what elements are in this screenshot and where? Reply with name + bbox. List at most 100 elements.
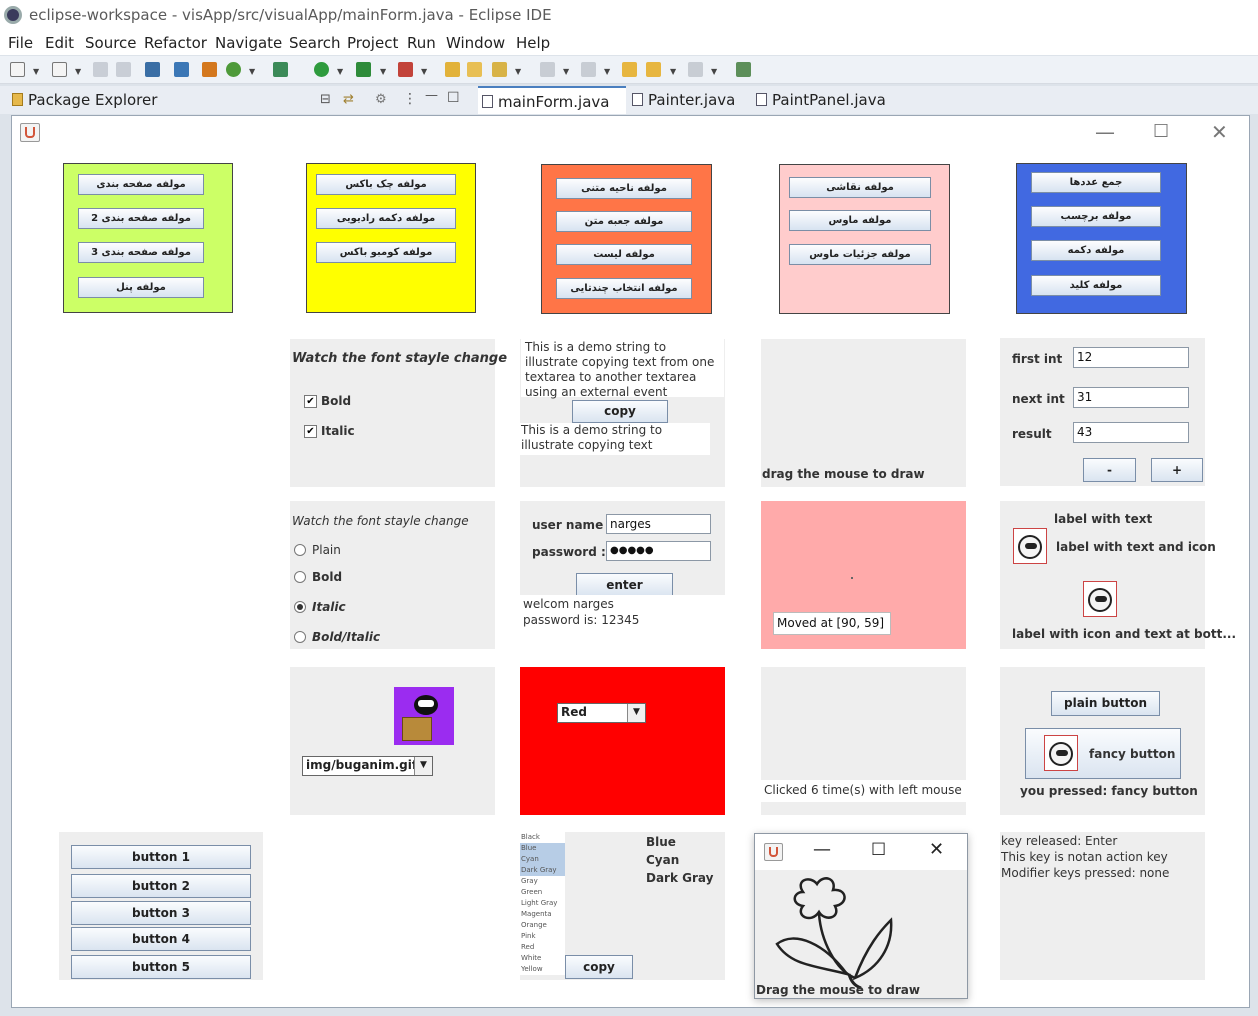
dropdown-arrow-icon[interactable]: ▼ (337, 67, 343, 76)
menu-window[interactable]: Window (446, 34, 505, 52)
back-icon[interactable] (646, 62, 661, 77)
coverage-icon[interactable] (356, 62, 371, 77)
italic-checkbox[interactable]: ✔ (304, 425, 317, 438)
run-icon[interactable] (314, 62, 329, 77)
button-painting[interactable]: مولفه نقاشی (789, 177, 931, 198)
color-list[interactable]: Black Blue Cyan Dark Gray Gray Green Lig… (520, 832, 565, 975)
button-mouse-details[interactable]: مولفه جزئیات ماوس (789, 244, 931, 265)
button-textarea[interactable]: مولفه ناحیه متنی (556, 178, 692, 199)
debug-icon[interactable] (273, 62, 288, 77)
dropdown-arrow-icon[interactable]: ▼ (249, 67, 255, 76)
skip-breakpoints-icon[interactable] (174, 62, 189, 77)
dropdown-arrow-icon[interactable]: ▼ (711, 67, 717, 76)
tab-package-explorer[interactable]: Package Explorer ✕ (8, 86, 168, 136)
list-item[interactable]: White (520, 953, 565, 964)
open-folder-icon[interactable] (467, 62, 482, 77)
bold-radio[interactable] (294, 571, 306, 583)
plus-button[interactable]: + (1151, 458, 1203, 482)
fancy-button[interactable]: fancy button (1025, 728, 1181, 779)
button-5[interactable]: button 5 (71, 955, 251, 979)
dropdown-arrow-icon[interactable]: ▼ (421, 67, 427, 76)
list-item[interactable]: Light Gray (520, 898, 565, 909)
button-radio[interactable]: مولفه دکمه رادیویی (316, 208, 456, 229)
menu-file[interactable]: File (8, 34, 33, 52)
button-4[interactable]: button 4 (71, 927, 251, 951)
menu-run[interactable]: Run (407, 34, 436, 52)
menu-source[interactable]: Source (85, 34, 137, 52)
tab-mainform[interactable]: mainForm.java ✕ (478, 86, 626, 138)
painter-canvas[interactable]: Drag the mouse to draw (755, 870, 967, 998)
plain-button[interactable]: plain button (1051, 691, 1160, 716)
button-pagination-3[interactable]: مولفه صفحه بندی 3 (78, 242, 204, 263)
new-icon[interactable] (10, 62, 25, 77)
list-item[interactable]: Dark Gray (520, 865, 565, 876)
list-item[interactable]: Pink (520, 931, 565, 942)
button-panel[interactable]: مولفه پنل (78, 277, 204, 298)
minimize-view-icon[interactable]: — (425, 88, 438, 103)
button-textfield[interactable]: مولفه جعبه متن (556, 211, 692, 232)
button-3[interactable]: button 3 (71, 901, 251, 925)
close-icon[interactable]: ✕ (929, 839, 944, 860)
button-multiselect[interactable]: مولفه انتخاب چندتایی (556, 278, 692, 299)
button-button[interactable]: مولفه دکمه (1031, 240, 1161, 261)
refresh-icon[interactable] (226, 62, 241, 77)
save-icon[interactable] (93, 62, 108, 77)
external-tools-icon[interactable] (398, 62, 413, 77)
minimize-icon[interactable]: — (813, 839, 831, 860)
list-item[interactable]: Blue (520, 843, 565, 854)
pencil-icon[interactable] (492, 62, 507, 77)
save-all-icon[interactable] (116, 62, 131, 77)
button-sum-numbers[interactable]: جمع عددها (1031, 172, 1161, 193)
dropdown-arrow-icon[interactable]: ▼ (75, 67, 81, 76)
view-menu-icon[interactable]: ⋮ (403, 91, 417, 107)
forward-icon[interactable] (688, 62, 703, 77)
tab-paintpanel[interactable]: PaintPanel.java (752, 86, 892, 114)
open-type-icon[interactable] (445, 62, 460, 77)
dropdown-arrow-icon[interactable]: ▼ (380, 67, 386, 76)
menu-refactor[interactable]: Refactor (144, 34, 207, 52)
list-copy-button[interactable]: copy (565, 955, 633, 979)
next-annotation-icon[interactable] (540, 62, 555, 77)
button-combobox[interactable]: مولفه کومبو باکس (316, 242, 456, 263)
image-combobox[interactable]: img/buganim.gif ▼ (302, 756, 433, 776)
username-field[interactable]: narges (606, 514, 711, 534)
build-icon[interactable] (202, 62, 217, 77)
console-icon[interactable] (145, 62, 160, 77)
bold-italic-radio[interactable] (294, 631, 306, 643)
menu-help[interactable]: Help (516, 34, 550, 52)
menu-edit[interactable]: Edit (45, 34, 74, 52)
list-item[interactable]: Cyan (520, 854, 565, 865)
button-key[interactable]: مولفه کلید (1031, 275, 1161, 296)
button-label[interactable]: مولفه برچسب (1031, 206, 1161, 227)
maximize-view-icon[interactable]: ☐ (447, 90, 460, 106)
mouse-tracker-panel[interactable]: Moved at [90, 59] (761, 501, 966, 649)
maximize-icon[interactable]: ☐ (1153, 121, 1169, 142)
list-item[interactable]: Red (520, 942, 565, 953)
button-mouse[interactable]: مولفه ماوس (789, 210, 931, 231)
enter-button[interactable]: enter (576, 573, 673, 597)
menu-navigate[interactable]: Navigate (215, 34, 282, 52)
tab-painter[interactable]: Painter.java (628, 86, 748, 114)
first-int-field[interactable]: 12 (1073, 347, 1189, 368)
chevron-down-icon[interactable]: ▼ (414, 757, 432, 775)
button-2[interactable]: button 2 (71, 874, 251, 898)
click-counter-panel[interactable]: Clicked 6 time(s) with left mouse butt (761, 667, 966, 815)
list-item[interactable]: Gray (520, 876, 565, 887)
list-item[interactable]: Black (520, 832, 565, 843)
prev-annotation-icon[interactable] (581, 62, 596, 77)
next-int-field[interactable]: 31 (1073, 387, 1189, 408)
plain-radio[interactable] (294, 544, 306, 556)
new-package-icon[interactable] (52, 62, 67, 77)
list-item[interactable]: Yellow (520, 964, 565, 975)
dropdown-arrow-icon[interactable]: ▼ (604, 67, 610, 76)
dropdown-arrow-icon[interactable]: ▼ (515, 67, 521, 76)
close-icon[interactable]: ✕ (1211, 120, 1228, 144)
collapse-all-icon[interactable]: ⊟ (320, 92, 331, 107)
focus-icon[interactable]: ⚙ (375, 92, 387, 107)
dropdown-arrow-icon[interactable]: ▼ (670, 67, 676, 76)
menu-project[interactable]: Project (347, 34, 398, 52)
link-editor-icon[interactable]: ⇄ (343, 92, 354, 107)
maximize-icon[interactable]: ☐ (871, 840, 886, 860)
list-item[interactable]: Orange (520, 920, 565, 931)
button-checkbox[interactable]: مولفه چک باکس (316, 174, 456, 195)
